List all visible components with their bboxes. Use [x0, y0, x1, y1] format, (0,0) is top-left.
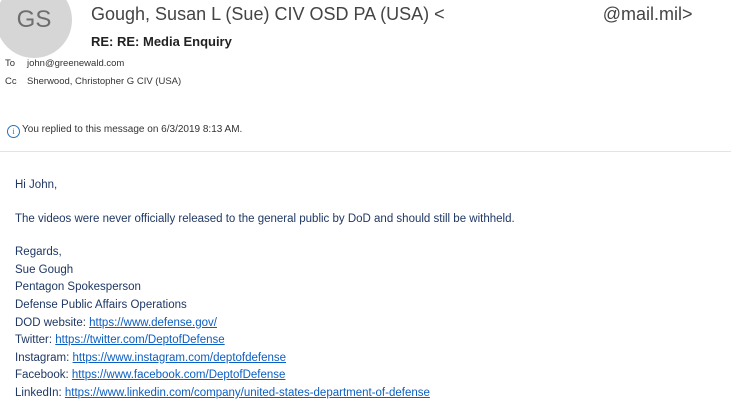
- signature-name: Sue Gough: [15, 263, 74, 276]
- redacted-email: [444, 5, 603, 26]
- to-recipient[interactable]: john@greenewald.com: [27, 58, 124, 69]
- to-label: To: [5, 58, 16, 69]
- facebook-link[interactable]: https://www.facebook.com/DeptofDefense: [72, 369, 286, 381]
- sender-email-prefix: <: [434, 4, 445, 24]
- sender-line: Gough, Susan L (Sue) CIV OSD PA (USA) < @…: [91, 4, 693, 26]
- email-subject: RE: RE: Media Enquiry: [91, 34, 232, 49]
- cc-label: Cc: [5, 76, 17, 87]
- link-row-linkedin: LinkedIn: https://www.linkedin.com/compa…: [15, 385, 515, 403]
- twitter-link[interactable]: https://twitter.com/DeptofDefense: [55, 334, 224, 346]
- reply-notice-text: You replied to this message on 6/3/2019 …: [22, 124, 243, 135]
- sender-name[interactable]: Gough, Susan L (Sue) CIV OSD PA (USA): [91, 4, 429, 24]
- sender-avatar: GS: [0, 0, 72, 58]
- website-link[interactable]: https://www.defense.gov/: [89, 317, 217, 329]
- link-row-facebook: Facebook: https://www.facebook.com/Depto…: [15, 367, 515, 385]
- regards: Regards,: [15, 246, 62, 259]
- link-label: LinkedIn:: [15, 386, 62, 399]
- greeting: Hi John,: [15, 179, 58, 191]
- email-body: Hi John, The videos were never officiall…: [15, 177, 515, 403]
- cc-row: Cc Sherwood, Christopher G CIV (USA): [5, 76, 181, 87]
- reply-notice: i You replied to this message on 6/3/2019…: [7, 124, 242, 138]
- sender-email-suffix: @mail.mil>: [602, 4, 693, 24]
- instagram-link[interactable]: https://www.instagram.com/deptofdefense: [73, 352, 287, 364]
- link-label: DOD website:: [15, 316, 86, 329]
- signature-title: Pentagon Spokesperson: [15, 281, 141, 294]
- info-icon: i: [7, 125, 20, 138]
- link-label: Twitter:: [15, 334, 53, 347]
- header-divider: [0, 151, 731, 152]
- link-label: Facebook:: [15, 369, 69, 382]
- link-row-instagram: Instagram: https://www.instagram.com/dep…: [15, 350, 515, 368]
- link-label: Instagram:: [15, 351, 70, 364]
- signature-org: Defense Public Affairs Operations: [15, 298, 187, 311]
- message-text: The videos were never officially release…: [15, 212, 515, 225]
- link-row-twitter: Twitter: https://twitter.com/DeptofDefen…: [15, 332, 515, 350]
- to-row: To john@greenewald.com: [5, 58, 124, 69]
- cc-recipient[interactable]: Sherwood, Christopher G CIV (USA): [27, 76, 181, 87]
- linkedin-link[interactable]: https://www.linkedin.com/company/united-…: [65, 387, 430, 399]
- link-row-website: DOD website: https://www.defense.gov/: [15, 315, 515, 333]
